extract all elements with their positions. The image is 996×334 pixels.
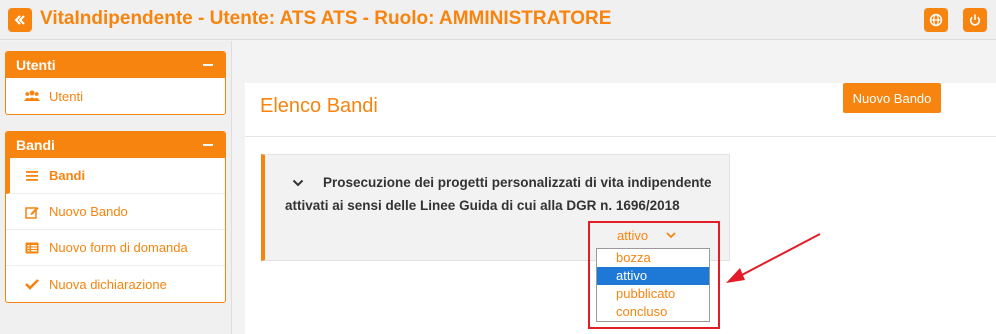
annotation-arrow bbox=[726, 233, 821, 283]
